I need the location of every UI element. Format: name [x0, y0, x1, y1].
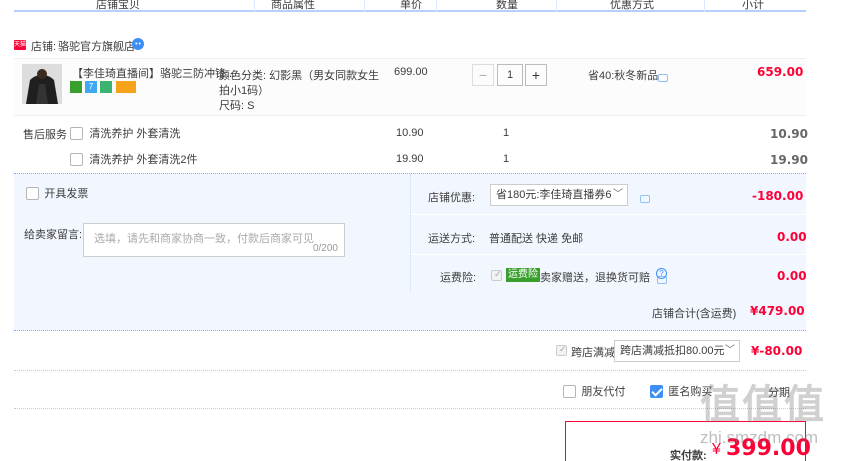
shop-label: 店铺:	[31, 41, 57, 53]
invoice-option[interactable]: 开具发票	[26, 185, 88, 201]
shipping-label: 运送方式:	[428, 233, 476, 245]
after-sale-price: 10.90	[396, 127, 424, 139]
shipping-amount: 0.00	[777, 230, 807, 244]
product-subtotal: 659.00	[757, 65, 804, 79]
after-sale-item[interactable]: 清洗养护 外套清洗2件	[70, 151, 198, 167]
cross-store-label: 跨店满减	[571, 347, 615, 359]
shop-total-amount: ¥479.00	[750, 304, 805, 318]
column-divider	[364, 0, 365, 12]
seven-day-return-icon: 7	[85, 81, 97, 93]
service-badge-icon	[100, 81, 112, 93]
help-icon[interactable]: ?	[656, 268, 667, 279]
after-sale-checkbox[interactable]	[70, 153, 83, 167]
after-sale-subtotal: 10.90	[770, 127, 808, 141]
item-discount-text: 省40:秋冬新品	[588, 70, 659, 82]
discount-comment-icon[interactable]	[658, 73, 668, 82]
after-sale-qty: 1	[503, 127, 510, 139]
shop-name-link[interactable]: 骆驼官方旗舰店	[58, 38, 135, 54]
after-sale-subtotal: 19.90	[770, 153, 808, 167]
after-sale-name: 清洗养护 外套清洗2件	[89, 154, 198, 166]
cross-store-select[interactable]: 跨店满减抵扣80.00元 ﹀	[614, 340, 740, 362]
friend-pay-label: 朋友代付	[581, 386, 626, 398]
friend-pay-checkbox[interactable]	[563, 385, 576, 399]
column-divider	[704, 0, 705, 12]
tmall-badge: 天猫	[14, 40, 27, 50]
shop-discount-value: 省180元:李佳琦直播券6	[496, 189, 612, 201]
card-payment-icon	[116, 81, 136, 93]
column-header-discount: 优惠方式	[610, 0, 654, 11]
cross-store-value: 跨店满减抵扣80.00元	[620, 345, 725, 357]
seller-message-input[interactable]: 选填，请先和商家协商一致，付款后商家可见 0/200	[83, 223, 345, 257]
column-header-attributes: 商品属性	[271, 0, 315, 11]
watermark-url: zhi.smzdm.com	[700, 428, 819, 447]
divider	[14, 408, 806, 409]
chevron-down-icon: ﹀	[725, 345, 735, 356]
shop-discount-select[interactable]: 省180元:李佳琦直播券6 ﹀	[490, 184, 628, 206]
quantity-input[interactable]: 1	[497, 64, 523, 86]
row-divider	[411, 254, 807, 255]
guarantee-badge-icon	[70, 81, 82, 93]
message-placeholder: 选填，请先和商家协商一致，付款后商家可见	[94, 233, 314, 245]
product-thumbnail[interactable]	[22, 64, 62, 104]
column-header-subtotal: 小计	[742, 0, 764, 11]
column-divider	[254, 0, 255, 12]
message-label: 给卖家留言:	[24, 229, 83, 241]
discount-comment-icon[interactable]	[640, 194, 650, 203]
insurance-checkbox[interactable]	[491, 269, 502, 281]
wangwang-chat-icon[interactable]	[132, 38, 144, 50]
insurance-label: 运费险:	[440, 272, 477, 284]
column-divider	[436, 0, 437, 12]
invoice-checkbox[interactable]	[26, 187, 39, 201]
after-sale-price: 19.90	[396, 153, 424, 165]
after-sale-label: 售后服务	[23, 129, 67, 141]
payment-label: 实付款:	[670, 450, 707, 461]
chevron-down-icon: ﹀	[613, 189, 623, 200]
order-options-panel: 开具发票 给卖家留言: 选填，请先和商家协商一致，付款后商家可见 0/200 店…	[14, 173, 807, 331]
shipping-method: 普通配送 快递 免邮	[489, 233, 584, 245]
product-title-link[interactable]: 【李佳琦直播间】骆驼三防冲锋...	[72, 65, 235, 81]
column-header-shop-item: 店铺宝贝	[96, 0, 140, 11]
attr-color-line1: 颜色分类: 幻影黑（男女同款女生	[219, 70, 380, 82]
divider	[14, 370, 806, 371]
watermark-logo: 值值值	[700, 383, 826, 427]
quantity-stepper[interactable]: − 1 +	[472, 64, 547, 86]
column-divider	[556, 0, 557, 12]
quantity-decrease-button[interactable]: −	[472, 64, 494, 86]
anonymous-checkbox[interactable]	[650, 385, 663, 399]
invoice-label: 开具发票	[44, 188, 89, 200]
product-row: 【李佳琦直播间】骆驼三防冲锋... 7 颜色分类: 幻影黑（男女同款女生 拍小1…	[14, 58, 806, 116]
insurance-amount: 0.00	[777, 269, 807, 283]
attr-color-line2: 拍小1码）	[219, 85, 270, 97]
after-sale-item[interactable]: 清洗养护 外套清洗	[70, 125, 180, 141]
column-header-row: 店铺宝贝 商品属性 单价 数量 优惠方式 小计	[14, 0, 806, 12]
insurance-tag: 运费险	[506, 268, 540, 282]
shop-discount-amount: -180.00	[752, 189, 804, 203]
after-sale-checkbox[interactable]	[70, 127, 83, 141]
after-sale-name: 清洗养护 外套清洗	[89, 128, 181, 140]
unit-price: 699.00	[394, 66, 428, 78]
row-divider	[411, 214, 807, 215]
quantity-increase-button[interactable]: +	[525, 64, 547, 86]
shop-discount-label: 店铺优惠:	[428, 192, 476, 204]
column-header-quantity: 数量	[496, 0, 518, 11]
message-char-count: 0/200	[312, 243, 338, 254]
cross-store-checkbox[interactable]	[556, 344, 567, 356]
friend-pay-option[interactable]: 朋友代付	[563, 383, 625, 399]
attr-size: 尺码: S	[219, 100, 255, 112]
after-sale-qty: 1	[503, 153, 510, 165]
column-header-unit-price: 单价	[400, 0, 422, 11]
shop-total-label: 店铺合计(含运费)	[652, 308, 737, 320]
insurance-text: 卖家赠送，退换货可赔	[540, 272, 650, 284]
cross-store-amount: ¥-80.00	[751, 344, 803, 358]
